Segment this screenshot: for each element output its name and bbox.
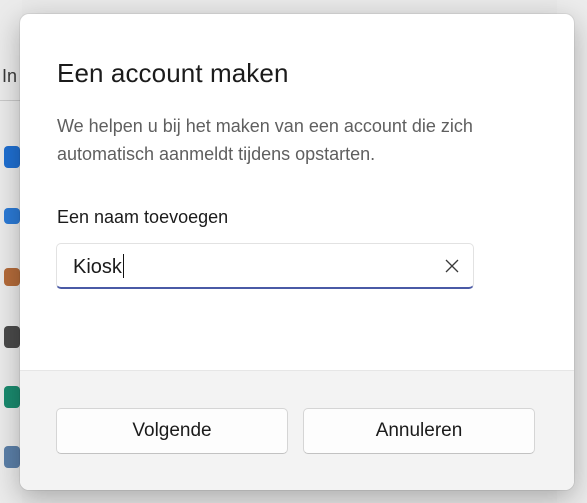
- apps-icon: [4, 326, 20, 348]
- close-icon: [445, 259, 459, 273]
- name-field-label: Een naam toevoegen: [57, 207, 229, 227]
- create-account-dialog: Een account maken We helpen u bij het ma…: [20, 14, 574, 490]
- divider: [0, 100, 22, 101]
- bluetooth-icon: [4, 146, 20, 168]
- next-button[interactable]: Volgende: [56, 408, 288, 454]
- dialog-description: We helpen u bij het maken van een accoun…: [57, 116, 473, 164]
- name-input[interactable]: Kiosk: [56, 243, 474, 289]
- settings-sidebar: In: [0, 0, 22, 503]
- dialog-title: Een account maken: [57, 58, 289, 88]
- personalization-icon: [4, 268, 20, 286]
- accounts-icon: [4, 386, 20, 408]
- clear-input-button[interactable]: [443, 257, 461, 275]
- name-input-value[interactable]: Kiosk: [73, 254, 124, 279]
- sidebar-tab-fragment: In: [2, 66, 18, 86]
- wifi-icon: [4, 208, 20, 224]
- dialog-footer: Volgende Annuleren: [20, 370, 574, 490]
- cancel-button[interactable]: Annuleren: [303, 408, 535, 454]
- text-caret: [122, 254, 124, 278]
- time-icon: [4, 446, 20, 468]
